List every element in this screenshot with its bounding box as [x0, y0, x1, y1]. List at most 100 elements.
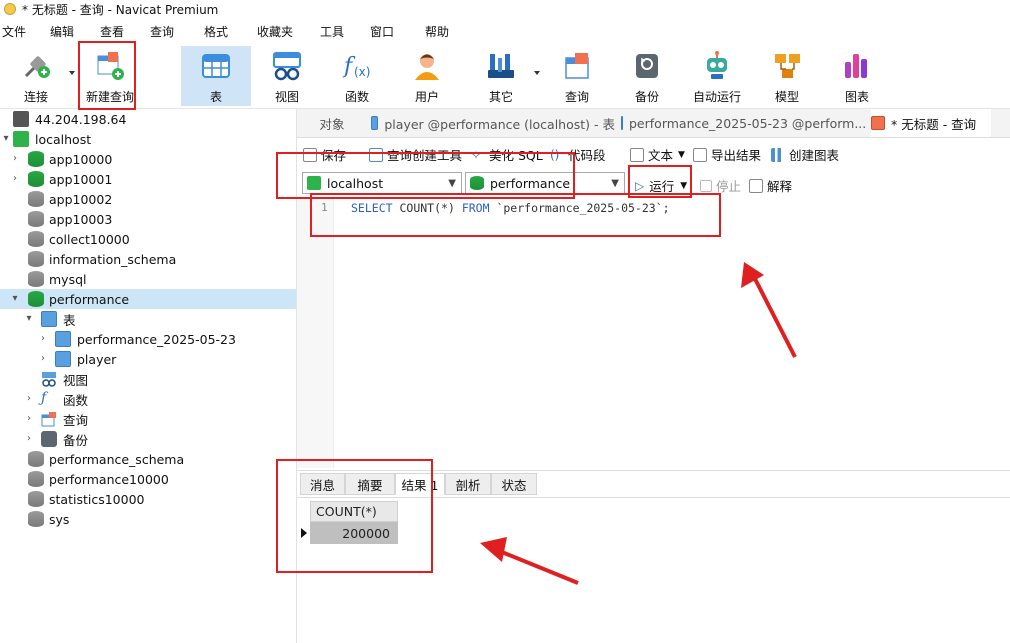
tree-tables-folder[interactable]: ▾ 表: [0, 309, 296, 329]
result-column-header[interactable]: COUNT(*): [310, 501, 398, 522]
chevron-right-icon[interactable]: ›: [24, 434, 34, 444]
chart-button[interactable]: 图表: [832, 46, 882, 106]
menu-bar: 文件 编辑 查看 查询 格式 收藏夹 工具 窗口 帮助: [0, 20, 1010, 42]
connect-button[interactable]: 连接: [10, 46, 62, 106]
backup-icon: [41, 431, 57, 447]
query-button[interactable]: 查询: [552, 46, 602, 106]
tree-localhost[interactable]: ▾ localhost: [0, 129, 296, 149]
stop-button[interactable]: 停止: [700, 176, 741, 195]
chevron-right-icon[interactable]: ›: [24, 394, 34, 404]
query-icon: [561, 50, 593, 82]
explain-button[interactable]: 解释: [749, 176, 792, 195]
tab-objects[interactable]: 对象: [297, 109, 367, 137]
tree-db-information-schema[interactable]: information_schema: [0, 249, 296, 269]
chevron-down-icon: ▼: [448, 178, 456, 189]
export-result-button[interactable]: 导出结果: [693, 145, 761, 164]
run-button[interactable]: ▷ 运行 ▼: [635, 176, 687, 195]
tree-db-app10002[interactable]: app10002: [0, 189, 296, 209]
menu-favorites[interactable]: 收藏夹: [257, 23, 293, 40]
tree-db-performance[interactable]: ▾ performance: [0, 289, 296, 309]
save-button[interactable]: 保存: [303, 145, 346, 164]
menu-view[interactable]: 查看: [100, 23, 124, 40]
tree-db-sys[interactable]: sys: [0, 509, 296, 529]
model-label: 模型: [774, 90, 799, 104]
text-button[interactable]: 文本 ▼: [630, 145, 685, 164]
tab-status[interactable]: 状态: [491, 473, 537, 495]
chevron-down-icon[interactable]: ▾: [1, 134, 11, 144]
connection-select[interactable]: localhost ▼: [302, 172, 462, 194]
tree-db-performance-schema[interactable]: performance_schema: [0, 449, 296, 469]
menu-format[interactable]: 格式: [204, 23, 228, 40]
tree-db-app10000[interactable]: › app10000: [0, 149, 296, 169]
create-chart-button[interactable]: 创建图表: [771, 145, 839, 164]
chevron-right-icon[interactable]: ›: [10, 174, 20, 184]
result-cell[interactable]: 200000: [310, 522, 398, 544]
text-icon: [630, 147, 644, 162]
chevron-down-icon[interactable]: ▾: [10, 294, 20, 304]
database-icon: [28, 231, 44, 247]
menu-edit[interactable]: 编辑: [50, 23, 74, 40]
connection-tree: 44.204.198.64 ▾ localhost › app10000 › a…: [0, 109, 297, 643]
tree-table-performance-2025-05-23[interactable]: › performance_2025-05-23: [0, 329, 296, 349]
view-button[interactable]: 视图: [262, 46, 312, 106]
query-builder-button[interactable]: 查询创建工具: [369, 145, 462, 164]
chevron-down-icon[interactable]: ▼: [680, 181, 687, 191]
other-dropdown-icon[interactable]: [534, 71, 540, 75]
chevron-right-icon[interactable]: ›: [24, 414, 34, 424]
tree-views-folder[interactable]: 视图: [0, 369, 296, 389]
connection-icon: [13, 111, 29, 127]
tree-db-collect10000[interactable]: collect10000: [0, 229, 296, 249]
tree-db-app10001[interactable]: › app10001: [0, 169, 296, 189]
tree-remote-connection[interactable]: 44.204.198.64: [0, 109, 296, 129]
sql-line-1[interactable]: SELECT COUNT(*) FROM `performance_2025-0…: [351, 201, 670, 215]
model-button[interactable]: 模型: [762, 46, 812, 106]
database-select[interactable]: performance ▼: [465, 172, 625, 194]
sql-editor[interactable]: 1 SELECT COUNT(*) FROM `performance_2025…: [297, 198, 1010, 468]
table-button[interactable]: 表: [181, 46, 251, 106]
tab-result-1[interactable]: 结果 1: [395, 473, 445, 495]
chevron-right-icon[interactable]: ›: [10, 154, 20, 164]
beautify-sql-button[interactable]: ✧ 美化 SQL: [471, 145, 543, 164]
tab-message[interactable]: 消息: [300, 473, 345, 495]
function-icon: ƒ: [41, 390, 47, 406]
menu-tools[interactable]: 工具: [320, 23, 344, 40]
tree-backups-folder[interactable]: › 备份: [0, 429, 296, 449]
backup-label: 备份: [634, 90, 659, 104]
backup-button[interactable]: 备份: [622, 46, 672, 106]
function-icon: f (x): [341, 50, 373, 82]
chevron-right-icon[interactable]: ›: [38, 334, 48, 344]
tree-table-player[interactable]: › player: [0, 349, 296, 369]
chevron-down-icon[interactable]: ▼: [678, 150, 685, 160]
user-button[interactable]: 用户: [402, 46, 452, 106]
tab-player-table[interactable]: player @performance (localhost) - 表: [371, 109, 615, 137]
tab-summary[interactable]: 摘要: [345, 473, 395, 495]
tree-db-app10003[interactable]: app10003: [0, 209, 296, 229]
tree-queries-folder[interactable]: › 查询: [0, 409, 296, 429]
tab-untitled-query[interactable]: * 无标题 - 查询: [871, 109, 991, 137]
chevron-right-icon[interactable]: ›: [38, 354, 48, 364]
menu-query[interactable]: 查询: [150, 23, 174, 40]
auto-run-button[interactable]: 自动运行: [689, 46, 745, 106]
snippet-button[interactable]: () 代码段: [550, 145, 606, 164]
tab-profile[interactable]: 剖析: [445, 473, 491, 495]
window-title: * 无标题 - 查询 - Navicat Premium: [22, 2, 219, 17]
new-query-button[interactable]: 新建查询: [84, 46, 136, 106]
menu-file[interactable]: 文件: [2, 23, 26, 40]
document-tabs: 对象 player @performance (localhost) - 表 p…: [297, 109, 1010, 138]
connection-bar: localhost ▼ performance ▼ ▷ 运行 ▼ 停止 解释: [297, 169, 1010, 197]
tree-db-statistics10000[interactable]: statistics10000: [0, 489, 296, 509]
tree-functions-folder[interactable]: › ƒ 函数: [0, 389, 296, 409]
tree-db-performance10000[interactable]: performance10000: [0, 469, 296, 489]
braces-icon: (): [550, 147, 560, 162]
menu-help[interactable]: 帮助: [425, 23, 449, 40]
menu-window[interactable]: 窗口: [370, 23, 394, 40]
robot-icon: [701, 50, 733, 82]
tab-performance-table[interactable]: performance_2025-05-23 @perform...: [621, 109, 866, 137]
chart-icon: [841, 50, 873, 82]
chevron-down-icon[interactable]: ▾: [24, 314, 34, 324]
tree-db-mysql[interactable]: mysql: [0, 269, 296, 289]
query-icon: [871, 116, 885, 130]
function-button[interactable]: f (x) 函数: [332, 46, 382, 106]
other-button[interactable]: 其它: [476, 46, 526, 106]
connect-dropdown-icon[interactable]: [69, 71, 75, 75]
